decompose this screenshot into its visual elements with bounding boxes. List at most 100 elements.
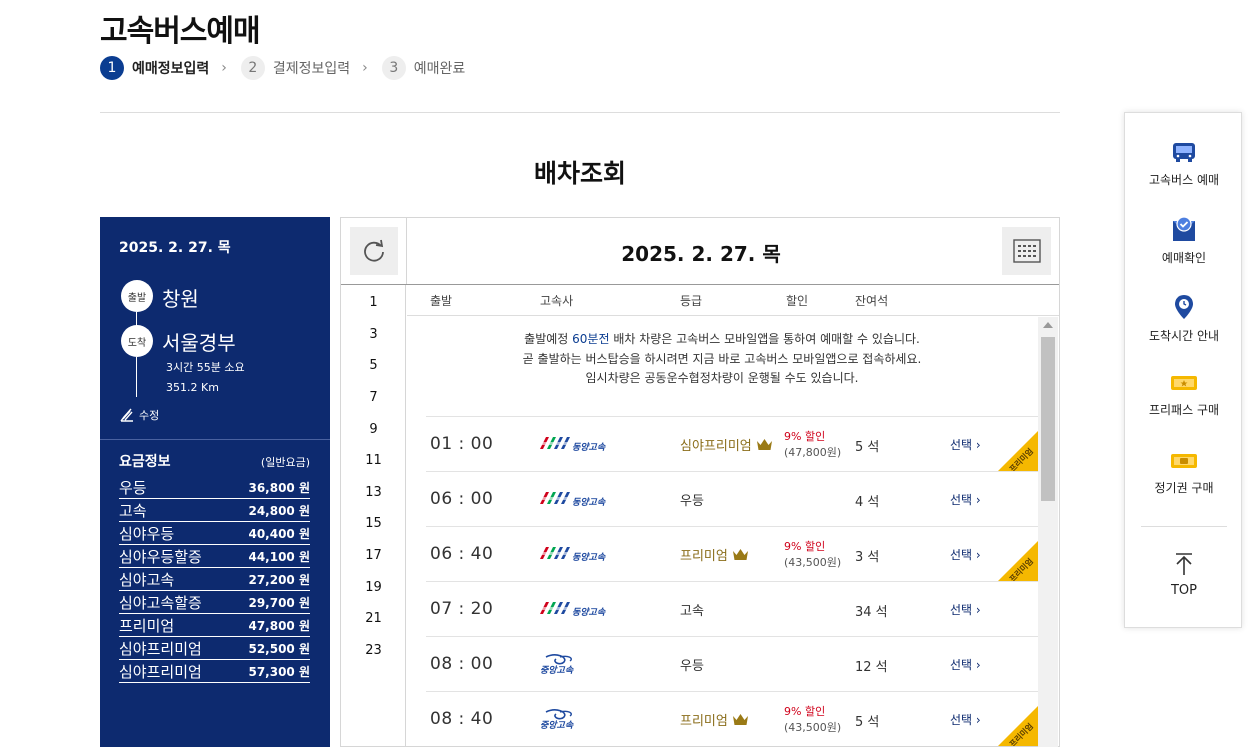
select-button[interactable]: 선택 › [950, 601, 981, 618]
chevron-right-icon: › [975, 438, 981, 452]
route-connector [136, 357, 137, 397]
fare-price: 40,400 원 [248, 526, 310, 541]
free-pass-icon [1171, 376, 1197, 390]
fare-price: 29,700 원 [248, 595, 310, 610]
schedule-row[interactable]: 01 : 00 동양고속 심야프리미엄 9% 할인 (47,800원) 5 석 선택 › 프리… [426, 416, 1038, 471]
select-button[interactable]: 선택 › [950, 656, 981, 673]
discount-info: 9% 할인 (43,500원) [784, 539, 841, 571]
schedule-row[interactable]: 08 : 00 중앙고속 우등 12 석 선택 › [426, 636, 1038, 691]
schedule-row[interactable]: 06 : 40 동양고속 프리미엄 9% 할인 (43,500원) 3 석 선택 › 프리미엄 [426, 526, 1038, 581]
fare-grade: 고속 [119, 501, 147, 520]
location-pin-icon [1175, 295, 1193, 319]
quick-label: 프리패스 구매 [1148, 403, 1220, 417]
company-name: 동양고속 [572, 552, 606, 563]
chevron-right-icon: › [221, 60, 227, 76]
arrival-city: 서울경부 [162, 331, 236, 355]
notice-highlight: 60분전 [572, 332, 610, 346]
bus-grade: 프리미엄 [680, 545, 749, 564]
fare-row: 고속 24,800 원 [119, 499, 310, 522]
calendar-icon [1012, 239, 1041, 263]
fare-grade: 심야고속할증 [119, 593, 202, 612]
select-label: 선택 [950, 493, 973, 507]
company-name: 동양고속 [572, 497, 606, 508]
panel-divider [100, 439, 330, 440]
quick-arrival-time[interactable]: 도착시간 안내 [1125, 293, 1243, 344]
hour-link[interactable]: 3 [341, 327, 406, 342]
chevron-right-icon: › [975, 493, 981, 507]
bus-icon [1173, 143, 1195, 162]
chevron-right-icon: › [975, 603, 981, 617]
grade-label: 프리미엄 [680, 714, 728, 729]
edit-route-button[interactable]: 수정 [119, 407, 159, 423]
hour-link[interactable]: 1 [341, 295, 406, 310]
scrollbar[interactable] [1038, 317, 1058, 747]
company-logo: 중앙고속 [538, 708, 573, 734]
hour-link[interactable]: 21 [341, 611, 406, 626]
top-button[interactable]: TOP [1125, 551, 1243, 598]
remaining-seats: 34 석 [855, 605, 888, 620]
hour-link[interactable]: 19 [341, 580, 406, 595]
select-button[interactable]: 선택 › [950, 546, 981, 563]
arrival-badge: 도착 [121, 325, 153, 357]
hour-link[interactable]: 9 [341, 422, 406, 437]
schedule-row[interactable]: 08 : 40 중앙고속 프리미엄 9% 할인 (43,500원) 5 석 선택 › 프리미엄 [426, 691, 1038, 746]
hour-link[interactable]: 15 [341, 516, 406, 531]
schedule-row[interactable]: 07 : 20 동양고속 고속 34 석 선택 › [426, 581, 1038, 636]
edit-label: 수정 [139, 409, 160, 422]
discount-info: 9% 할인 (47,800원) [784, 429, 841, 461]
quick-booking-check[interactable]: 예매확인 [1125, 215, 1243, 266]
step-2: 2 결제정보입력 [240, 56, 350, 80]
fare-row: 심야고속 27,200 원 [119, 568, 310, 591]
grade-label: 고속 [680, 604, 704, 619]
hour-link[interactable]: 13 [341, 485, 406, 500]
hour-link[interactable]: 7 [341, 390, 406, 405]
schedule-list: 01 : 00 동양고속 심야프리미엄 9% 할인 (47,800원) 5 석 선택 › 프리… [426, 416, 1038, 746]
fare-row: 우등 36,800 원 [119, 476, 310, 499]
remaining-seats: 5 석 [855, 715, 880, 730]
section-title: 배차조회 [533, 159, 626, 188]
refresh-icon [364, 239, 384, 262]
notice-text: 출발예정 60분전 배차 차량은 고속버스 모바일앱을 통하여 예매할 수 있습… [407, 330, 1037, 389]
fare-price: 57,300 원 [248, 664, 310, 679]
step-number: 2 [240, 56, 265, 80]
select-button[interactable]: 선택 › [950, 491, 981, 508]
scroll-up-arrow-icon[interactable] [1043, 322, 1053, 328]
col-depart: 출발 [430, 294, 453, 308]
fare-price: 27,200 원 [248, 572, 310, 587]
col-seats: 잔여석 [855, 294, 889, 308]
quick-season-ticket[interactable]: 정기권 구매 [1125, 449, 1243, 496]
notice-line: 임시차량은 공동운수협정차량이 운행될 수도 있습니다. [585, 371, 859, 385]
refresh-button[interactable] [350, 227, 398, 275]
hour-link[interactable]: 23 [341, 643, 406, 658]
company-logo: 동양고속 [538, 543, 605, 563]
departure-time: 08 : 40 [430, 709, 494, 729]
hour-link[interactable]: 17 [341, 548, 406, 563]
bus-grade: 우등 [680, 490, 704, 509]
fare-price: 52,500 원 [248, 641, 310, 656]
remaining-seats: 3 석 [855, 550, 880, 565]
quick-free-pass[interactable]: 프리패스 구매 [1125, 371, 1243, 418]
company-name: 동양고속 [572, 607, 606, 618]
hour-link[interactable]: 11 [341, 453, 406, 468]
travel-duration: 3시간 55분 소요 [166, 361, 245, 374]
scroll-thumb[interactable] [1041, 337, 1055, 501]
select-button[interactable]: 선택 › [950, 436, 981, 453]
select-label: 선택 [950, 658, 973, 672]
fare-list: 우등 36,800 원 고속 24,800 원 심야우등 40,400 원 심야우등할… [119, 476, 310, 683]
calendar-button[interactable] [1002, 227, 1051, 275]
fare-grade: 심야프리미엄 [119, 639, 202, 658]
fare-row: 심야프리미엄 57,300 원 [119, 660, 310, 683]
hour-link[interactable]: 5 [341, 358, 406, 373]
select-button[interactable]: 선택 › [950, 711, 981, 728]
notice-line: 곧 출발하는 버스탑승을 하시려면 지금 바로 고속버스 모바일앱으로 접속하세… [522, 351, 922, 366]
discount-price: (43,500원) [784, 721, 842, 734]
departure-time: 01 : 00 [430, 434, 494, 454]
departure-time: 07 : 20 [430, 599, 494, 619]
chevron-right-icon: › [362, 60, 368, 76]
quick-bus-booking[interactable]: 고속버스 예매 [1125, 139, 1243, 188]
step-number: 3 [381, 56, 406, 80]
travel-date: 2025. 2. 27. 목 [119, 240, 231, 256]
col-discount: 할인 [786, 294, 809, 308]
fare-grade: 프리미엄 [119, 616, 175, 635]
schedule-row[interactable]: 06 : 00 동양고속 우등 4 석 선택 › [426, 471, 1038, 526]
